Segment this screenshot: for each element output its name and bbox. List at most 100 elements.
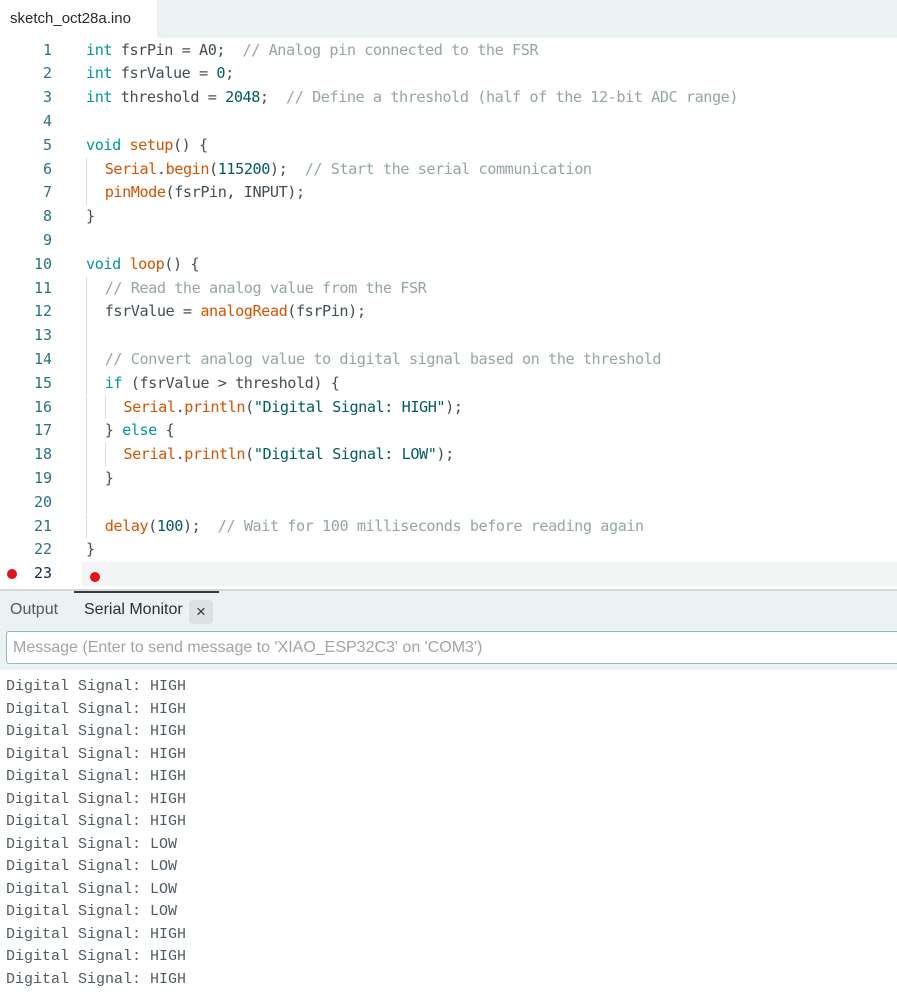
line-gutter[interactable]: 9 [0,229,82,253]
code-line[interactable]: 20 [0,490,897,515]
line-gutter[interactable]: 12 [0,300,82,324]
line-gutter[interactable]: 1 [0,39,82,63]
line-number: 22 [33,540,52,559]
serial-output-line: Digital Signal: HIGH [6,790,187,808]
code-text: void loop() { [86,253,199,277]
indent-guide [86,300,87,325]
code-token-plain: ( [245,445,254,464]
line-gutter[interactable]: 14 [0,348,82,372]
code-line[interactable]: 8} [0,205,897,229]
line-number: 5 [42,135,52,154]
line-gutter[interactable]: 23 [0,562,82,586]
code-line[interactable]: 10 void loop() { [0,253,897,277]
code-line[interactable]: 21 delay(100); // Wait for 100 millisecon… [0,514,897,539]
file-tab-sketch[interactable]: sketch_oct28a.ino [0,0,157,38]
line-number: 7 [42,183,52,202]
code-text: } [105,467,114,491]
code-editor[interactable]: 1 int fsrPin = A0; // Analog pin connecte… [0,38,897,588]
indent-guide [86,395,87,420]
code-line[interactable]: 11 // Read the analog value from the FSR [0,276,897,301]
code-line[interactable]: 12 fsrValue = analogRead(fsrPin); [0,300,897,325]
code-token-num: 0 [216,64,226,83]
line-gutter[interactable]: 4 [0,110,82,134]
code-line[interactable]: 17} else { [0,419,897,444]
code-token-plain: ; [225,64,234,83]
line-number: 11 [33,278,52,297]
line-gutter[interactable]: 13 [0,324,82,348]
line-number: 18 [33,445,52,464]
code-line[interactable]: 3 int threshold = 2048; // Define a thres… [0,86,897,110]
code-text: delay(100); // Wait for 100 milliseconds… [105,515,644,539]
serial-output-line: Digital Signal: HIGH [6,745,187,763]
code-line[interactable]: 1 int fsrPin = A0; // Analog pin connecte… [0,39,897,63]
code-token-fn: setup [129,135,173,154]
indent-guide [86,347,87,372]
serial-output[interactable]: Digital Signal: HIGH Digital Signal: HIGH… [0,670,897,1007]
close-icon[interactable]: × [189,600,213,624]
code-line[interactable]: 22} [0,538,897,562]
indent-guide [86,276,87,301]
line-gutter[interactable]: 20 [0,491,82,515]
code-text: } [86,205,95,229]
line-gutter[interactable]: 3 [0,86,82,110]
line-number: 14 [33,349,52,368]
code-token-plain: ); [182,516,218,535]
code-text: int threshold = 2048; // Define a thresh… [86,86,739,110]
line-number: 12 [33,302,52,321]
code-line[interactable]: 7 pinMode(fsrPin, INPUT); [0,181,897,206]
code-line[interactable]: 23 [0,562,897,586]
serial-message-input[interactable] [6,631,897,664]
line-gutter[interactable]: 21 [0,515,82,539]
line-gutter[interactable]: 15 [0,372,82,396]
code-text: fsrValue = analogRead(fsrPin); [105,300,366,324]
code-line[interactable]: 5 void setup() { [0,134,897,158]
tab-output[interactable]: Output [10,591,58,627]
code-line[interactable]: 16 Serial.println("Digital Signal: HIGH")… [0,395,897,420]
code-line[interactable]: 13 [0,324,897,348]
code-text: void setup() { [86,134,208,158]
code-line[interactable]: 14 // Convert analog value to digital sig… [0,347,897,372]
indent-guide [104,443,106,467]
code-line[interactable]: 9 [0,229,897,253]
line-gutter[interactable]: 5 [0,134,82,158]
code-token-fn: println [184,397,246,416]
code-line[interactable]: 19} [0,466,897,491]
code-token-plain: () { [172,135,208,154]
line-gutter[interactable]: 18 [0,443,82,467]
serial-output-line: Digital Signal: HIGH [6,970,187,988]
code-token-plain: } [104,421,123,440]
line-gutter[interactable]: 2 [0,62,82,86]
code-token-fn: pinMode [104,183,166,202]
line-number: 23 [33,564,52,583]
bottom-panel-tabs: Output Serial Monitor × [0,591,897,627]
line-gutter[interactable]: 8 [0,205,82,229]
code-text: // Read the analog value from the FSR [105,277,427,301]
code-line[interactable]: 15 if (fsrValue > threshold) { [0,371,897,396]
file-tab-bar: sketch_oct28a.ino [0,0,897,38]
code-text: } [86,538,95,562]
code-line[interactable]: 6 Serial.begin(115200); // Start the seri… [0,157,897,182]
serial-output-line: Digital Signal: LOW [6,835,178,853]
code-line[interactable]: 2 int fsrValue = 0; [0,62,897,86]
line-gutter[interactable]: 16 [0,396,82,420]
code-token-cm: // Define a threshold (half of the 12-bi… [286,88,739,107]
code-token-plain: ); [269,159,305,178]
code-line[interactable]: 4 [0,110,897,134]
line-gutter[interactable]: 7 [0,181,82,205]
code-token-kw: int [86,40,113,59]
serial-output-line: Digital Signal: HIGH [6,813,187,830]
line-gutter[interactable]: 11 [0,277,82,301]
line-gutter[interactable]: 22 [0,538,82,562]
code-token-plain: (fsrValue > threshold) { [122,373,340,392]
indent-guide [104,395,106,420]
breakpoint-icon[interactable] [7,569,17,580]
line-gutter[interactable]: 17 [0,419,82,443]
code-token-plain: . [156,159,166,178]
line-number: 19 [33,468,52,487]
code-token-kw: void [86,135,121,154]
line-gutter[interactable]: 19 [0,467,82,491]
line-gutter[interactable]: 10 [0,253,82,277]
code-token-plain: . [175,445,185,464]
code-line[interactable]: 18 Serial.println("Digital Signal: LOW"); [0,443,897,467]
line-gutter[interactable]: 6 [0,158,82,182]
